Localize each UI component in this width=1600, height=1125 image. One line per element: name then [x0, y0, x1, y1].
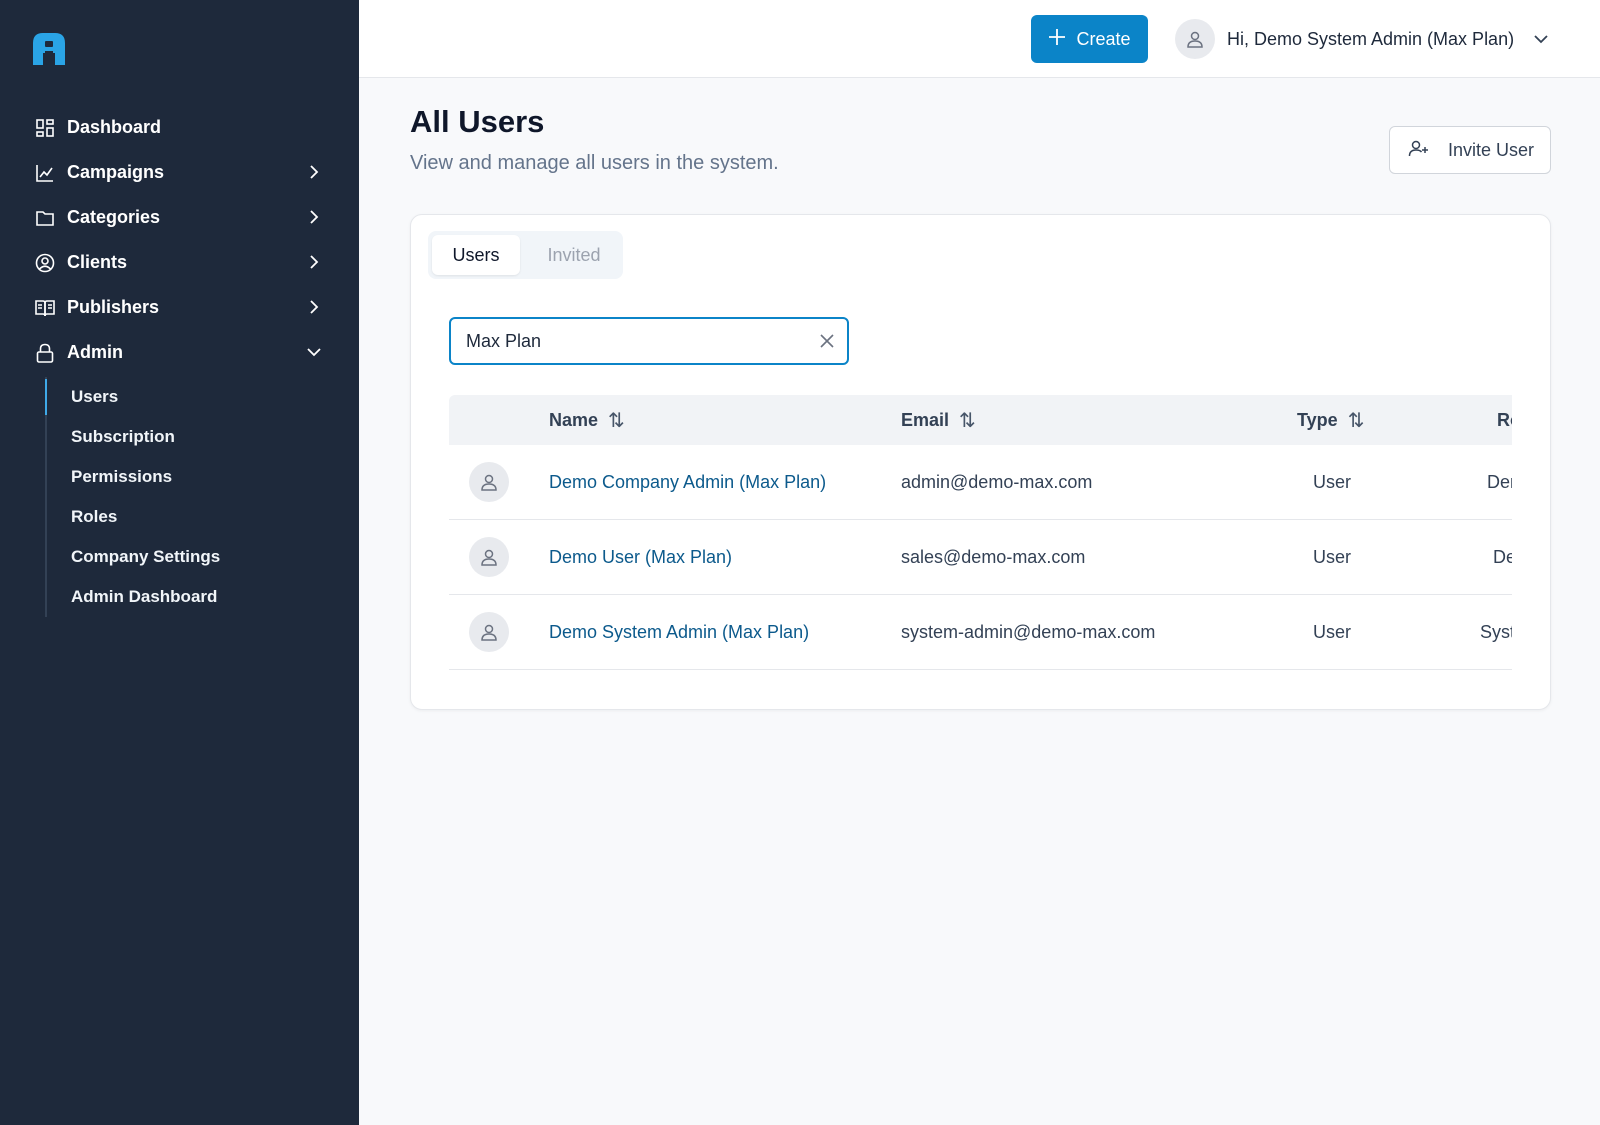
column-header-email[interactable]: Email ⇅ — [901, 395, 976, 445]
page-title: All Users — [410, 104, 545, 139]
sidebar-item-label: Campaigns — [67, 162, 165, 182]
avatar — [469, 537, 509, 577]
lock-icon — [35, 343, 55, 363]
sidebar-item-label: Clients — [67, 252, 128, 272]
column-label: Ro — [1497, 409, 1512, 430]
close-icon[interactable] — [807, 319, 847, 363]
sort-icon[interactable]: ⇅ — [1348, 408, 1365, 433]
page-subtitle: View and manage all users in the system. — [410, 152, 779, 174]
user-email: system-admin@demo-max.com — [901, 621, 1156, 642]
user-name-link[interactable]: Demo User (Max Plan) — [549, 520, 732, 594]
tab-users[interactable]: Users — [432, 235, 520, 275]
sidebar-subitem-subscription[interactable]: Subscription — [71, 417, 359, 457]
user-menu[interactable]: Hi, Demo System Admin (Max Plan) — [1175, 18, 1550, 60]
invite-user-button[interactable]: Invite User — [1389, 126, 1551, 174]
user-type: User — [1313, 471, 1352, 492]
sidebar-subitem-permissions[interactable]: Permissions — [71, 457, 359, 497]
user-circle-icon — [35, 253, 55, 273]
table-row[interactable]: Demo User (Max Plan) sales@demo-max.com … — [449, 520, 1512, 595]
users-card: Users Invited Max Plan Name ⇅ Email ⇅ Ty… — [410, 214, 1551, 710]
top-bar: Create Hi, Demo System Admin (Max Plan) — [359, 0, 1600, 78]
sidebar-item-admin[interactable]: Admin — [0, 330, 359, 375]
sort-icon[interactable]: ⇅ — [608, 408, 625, 433]
sidebar-subitem-users[interactable]: Users — [45, 377, 359, 417]
user-name-link[interactable]: Demo System Admin (Max Plan) — [549, 595, 809, 669]
sidebar-item-campaigns[interactable]: Campaigns — [0, 150, 359, 195]
search-input[interactable]: Max Plan — [449, 317, 849, 365]
sidebar-item-label: Publishers — [67, 297, 160, 317]
chevron-right-icon[interactable] — [304, 252, 324, 272]
sidebar-item-clients[interactable]: Clients — [0, 240, 359, 285]
chevron-down-icon[interactable] — [304, 342, 324, 362]
chevron-right-icon[interactable] — [304, 207, 324, 227]
users-table: Name ⇅ Email ⇅ Type ⇅ Ro Demo Company Ad… — [449, 395, 1512, 673]
column-label: Name — [549, 409, 599, 430]
user-email: sales@demo-max.com — [901, 546, 1086, 567]
table-header: Name ⇅ Email ⇅ Type ⇅ Ro — [449, 395, 1512, 445]
chevron-right-icon[interactable] — [304, 162, 324, 182]
sidebar-subitem-roles[interactable]: Roles — [71, 497, 359, 537]
user-type: User — [1313, 546, 1352, 567]
sidebar: Dashboard Campaigns Categories Clients P… — [0, 0, 359, 1125]
invite-user-label: Invite User — [1448, 139, 1535, 160]
folder-icon — [35, 208, 55, 228]
sidebar-subitem-company-settings[interactable]: Company Settings — [71, 537, 359, 577]
avatar — [469, 462, 509, 502]
table-row[interactable]: Demo System Admin (Max Plan) system-admi… — [449, 595, 1512, 670]
avatar — [1175, 19, 1215, 59]
sort-icon[interactable]: ⇅ — [959, 408, 976, 433]
admin-submenu: Users Subscription Permissions Roles Com… — [45, 377, 359, 617]
chevron-down-icon[interactable] — [1532, 30, 1550, 48]
sidebar-item-label: Dashboard — [67, 117, 162, 137]
create-button-label: Create — [1076, 28, 1131, 49]
search-value[interactable]: Max Plan — [466, 331, 807, 352]
create-button[interactable]: Create — [1031, 15, 1148, 63]
column-label: Email — [901, 409, 950, 430]
user-name-link[interactable]: Demo Company Admin (Max Plan) — [549, 445, 826, 519]
avatar — [469, 612, 509, 652]
column-header-type[interactable]: Type ⇅ — [1297, 395, 1364, 445]
tab-list: Users Invited — [428, 231, 623, 279]
sidebar-item-label: Categories — [67, 207, 161, 227]
user-role: Der — [1493, 546, 1512, 567]
column-header-name[interactable]: Name ⇅ — [549, 395, 625, 445]
app-logo[interactable] — [31, 31, 67, 67]
sidebar-nav: Dashboard Campaigns Categories Clients P… — [0, 105, 359, 617]
user-role: Syste — [1480, 621, 1512, 642]
book-open-icon — [35, 298, 55, 318]
user-plus-icon — [1408, 139, 1430, 162]
sidebar-item-dashboard[interactable]: Dashboard — [0, 105, 359, 150]
sidebar-item-publishers[interactable]: Publishers — [0, 285, 359, 330]
sidebar-item-categories[interactable]: Categories — [0, 195, 359, 240]
sidebar-subitem-admin-dashboard[interactable]: Admin Dashboard — [71, 577, 359, 617]
tab-invited[interactable]: Invited — [528, 235, 620, 275]
user-role: Dem — [1487, 471, 1512, 492]
plus-icon — [1048, 27, 1066, 51]
column-header-role[interactable]: Ro — [1497, 395, 1512, 445]
chevron-right-icon[interactable] — [304, 297, 324, 317]
column-label: Type — [1297, 409, 1338, 430]
user-greeting: Hi, Demo System Admin (Max Plan) — [1227, 28, 1515, 49]
table-row[interactable]: Demo Company Admin (Max Plan) admin@demo… — [449, 445, 1512, 520]
user-type: User — [1313, 621, 1352, 642]
sidebar-item-label: Admin — [67, 342, 123, 362]
user-email: admin@demo-max.com — [901, 471, 1093, 492]
dashboard-icon — [35, 118, 55, 138]
chart-line-icon — [35, 163, 55, 183]
